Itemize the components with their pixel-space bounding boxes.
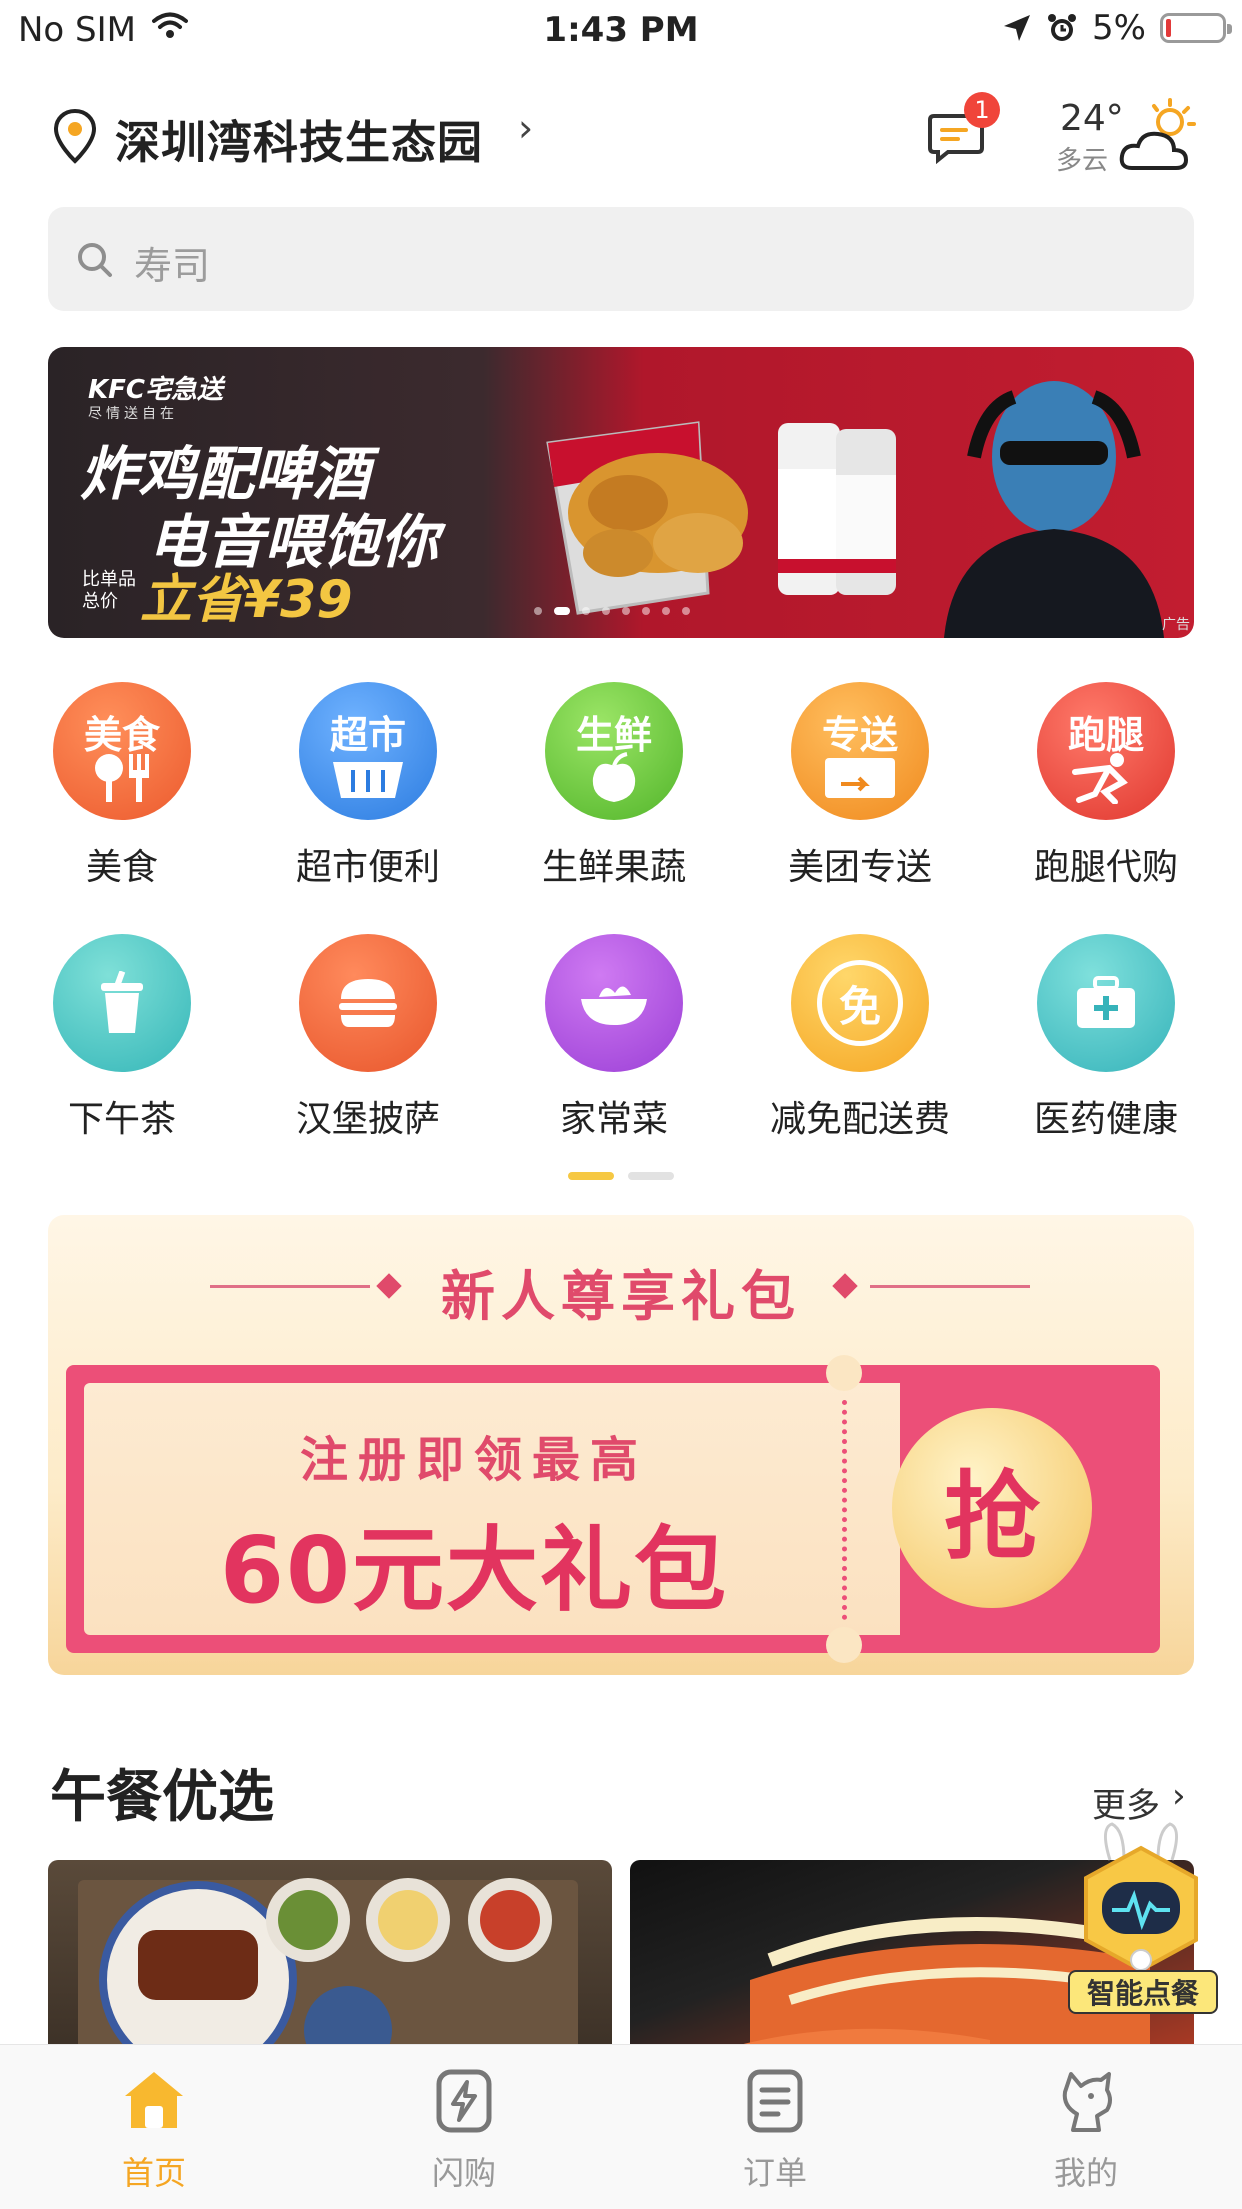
home-icon (125, 2072, 183, 2128)
banner-price-note: 比单品总价 (82, 569, 136, 612)
category-label: 超市便利 (295, 847, 440, 888)
banner-price-value: 立省¥39 (140, 570, 353, 630)
category-afternoon-tea[interactable]: 下午茶 (22, 934, 222, 1142)
tab-label: 闪购 (431, 2154, 496, 2192)
location-selector[interactable]: 深圳湾科技生态园 (115, 106, 483, 171)
category-icon-text: 超市 (329, 712, 406, 757)
category-fresh-produce[interactable]: 生鲜 生鲜果蔬 (514, 682, 714, 890)
fresh-produce-icon: 生鲜 (545, 682, 683, 820)
tab-label: 订单 (742, 2154, 807, 2192)
chevron-right-icon[interactable]: › (1172, 1776, 1186, 1816)
burger-icon (299, 934, 437, 1072)
coupon-amount: 60元大礼包 (219, 1517, 729, 1624)
coupon-subtitle: 注册即领最高 (299, 1432, 648, 1488)
grab-button[interactable]: 抢 (892, 1408, 1092, 1608)
weather-temperature: 24° (1060, 98, 1124, 139)
coupon-notch-bottom (826, 1627, 862, 1663)
drink-icon (53, 934, 191, 1072)
category-label: 汉堡披萨 (295, 1099, 440, 1140)
battery-icon (1160, 13, 1232, 43)
chevron-right-icon[interactable]: › (518, 106, 533, 150)
banner-brand-sub: 尽情送自在 (88, 406, 178, 422)
tab-home[interactable]: 首页 (54, 2066, 254, 2194)
category-label: 美食 (85, 847, 158, 888)
tab-flash-buy[interactable]: 闪购 (364, 2066, 564, 2194)
smart-order-label[interactable]: 智能点餐 (1068, 1970, 1218, 2014)
partly-cloudy-icon (1119, 98, 1196, 170)
category-icon-text: 免 (817, 960, 903, 1046)
category-food[interactable]: 美食 美食 (22, 682, 222, 890)
category-errand[interactable]: 跑腿 跑腿代购 (1006, 682, 1206, 890)
alarm-icon (1048, 14, 1077, 41)
location-arrow-icon (1004, 15, 1031, 41)
search-placeholder: 寿司 (134, 244, 211, 288)
category-free-delivery[interactable]: 免 减免配送费 (760, 934, 960, 1142)
category-label: 生鲜果蔬 (541, 847, 686, 888)
category-icon-text: 生鲜 (575, 712, 652, 757)
unagi-rice-image (78, 1878, 578, 2060)
free-delivery-icon: 免 (791, 934, 929, 1072)
beer-cans-image (778, 423, 896, 595)
category-burger-pizza[interactable]: 汉堡披萨 (268, 934, 468, 1142)
search-bar[interactable] (48, 207, 1194, 311)
banner-brand: KFC宅急送 (88, 375, 223, 405)
chicken-bucket-image (546, 421, 748, 615)
orders-icon (747, 2069, 803, 2133)
tab-label: 我的 (1053, 2154, 1118, 2192)
tab-profile[interactable]: 我的 (986, 2066, 1186, 2194)
category-label: 跑腿代购 (1033, 847, 1178, 888)
search-icon (78, 243, 112, 277)
message-badge: 1 (964, 92, 1000, 128)
category-label: 下午茶 (67, 1099, 176, 1140)
lunch-card-unagi-don[interactable] (48, 1860, 612, 2060)
category-label: 减免配送费 (769, 1099, 950, 1140)
category-pager-inactive[interactable] (628, 1172, 674, 1180)
banner-pager (534, 607, 690, 615)
errand-icon: 跑腿 (1037, 682, 1175, 820)
category-icon-text: 跑腿 (1067, 712, 1144, 757)
category-medicine[interactable]: 医药健康 (1006, 934, 1206, 1142)
coupon-notch-top (826, 1355, 862, 1391)
delivery-icon: 专送 (791, 682, 929, 820)
promo-divider-right (870, 1285, 1030, 1288)
dish-icon (545, 934, 683, 1072)
category-supermarket[interactable]: 超市 超市便利 (268, 682, 468, 890)
location-pin-icon[interactable] (52, 108, 98, 164)
category-icon-text: 专送 (821, 712, 898, 757)
medicine-icon (1037, 934, 1175, 1072)
promo-title: 新人尊享礼包 (441, 1265, 801, 1328)
category-pager-active (568, 1172, 614, 1180)
food-icon: 美食 (53, 682, 191, 820)
ad-label: 广告 (1162, 617, 1190, 633)
category-label: 美团专送 (787, 847, 932, 888)
section-title: 午餐优选 (50, 1765, 274, 1830)
tab-orders[interactable]: 订单 (675, 2066, 875, 2194)
flash-buy-icon (436, 2069, 492, 2133)
category-home-cooking[interactable]: 家常菜 (514, 934, 714, 1142)
profile-icon (1062, 2072, 1112, 2132)
promo-banner[interactable]: KFC宅急送 尽情送自在 炸鸡配啤酒 电音喂饱你 比单品总价 立省¥39 广告 (48, 347, 1194, 638)
category-label: 医药健康 (1033, 1099, 1178, 1140)
weather-description: 多云 (1056, 146, 1109, 176)
supermarket-icon: 超市 (299, 682, 437, 820)
dj-person-image (944, 381, 1164, 638)
battery-percent: 5% (1092, 8, 1146, 48)
tab-label: 首页 (121, 2154, 186, 2192)
category-meituan-delivery[interactable]: 专送 美团专送 (760, 682, 960, 890)
status-bar: No SIM 1:43 PM 5% (0, 0, 1242, 62)
category-label: 家常菜 (559, 1099, 668, 1140)
